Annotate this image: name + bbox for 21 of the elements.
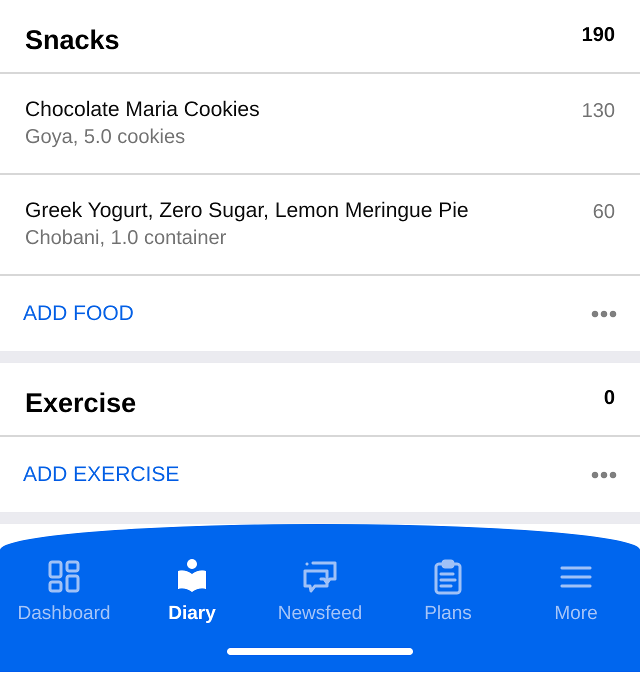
calorie-count: 130: [582, 99, 615, 124]
add-button[interactable]: ADD EXERCISE: [23, 458, 180, 490]
food-name: Greek Yogurt, Zero Sugar, Lemon Meringue Pie: [25, 198, 469, 224]
food-detail: Goya, 5.0 cookies: [25, 125, 186, 150]
tab-item[interactable]: More: [512, 524, 640, 672]
add-button[interactable]: ADD FOOD: [23, 298, 134, 330]
food-detail: Chobani, 1.0 container: [25, 226, 228, 252]
section-title: Snacks: [25, 24, 120, 57]
food-entry[interactable]: Greek Yogurt, Zero Sugar, Lemon Meringue Pie Chobani, 1.0 container 60: [0, 175, 640, 276]
tab-item[interactable]: Diary: [128, 524, 256, 672]
tab-item[interactable]: Plans: [384, 524, 512, 672]
tab-item[interactable]: Dashboard: [0, 524, 128, 672]
tab-item[interactable]: Newsfeed: [256, 524, 384, 672]
food-entry[interactable]: Chocolate Maria Cookies Goya, 5.0 cookies 130: [0, 74, 640, 175]
calorie-total: 190: [582, 23, 615, 48]
calorie-count: 60: [592, 200, 615, 225]
food-name: Chocolate Maria Cookies: [25, 97, 260, 123]
more-options-icon[interactable]: [591, 470, 617, 478]
section-title: Exercise: [25, 387, 136, 420]
calorie-total: 0: [604, 386, 615, 411]
more-options-icon[interactable]: [591, 310, 617, 318]
